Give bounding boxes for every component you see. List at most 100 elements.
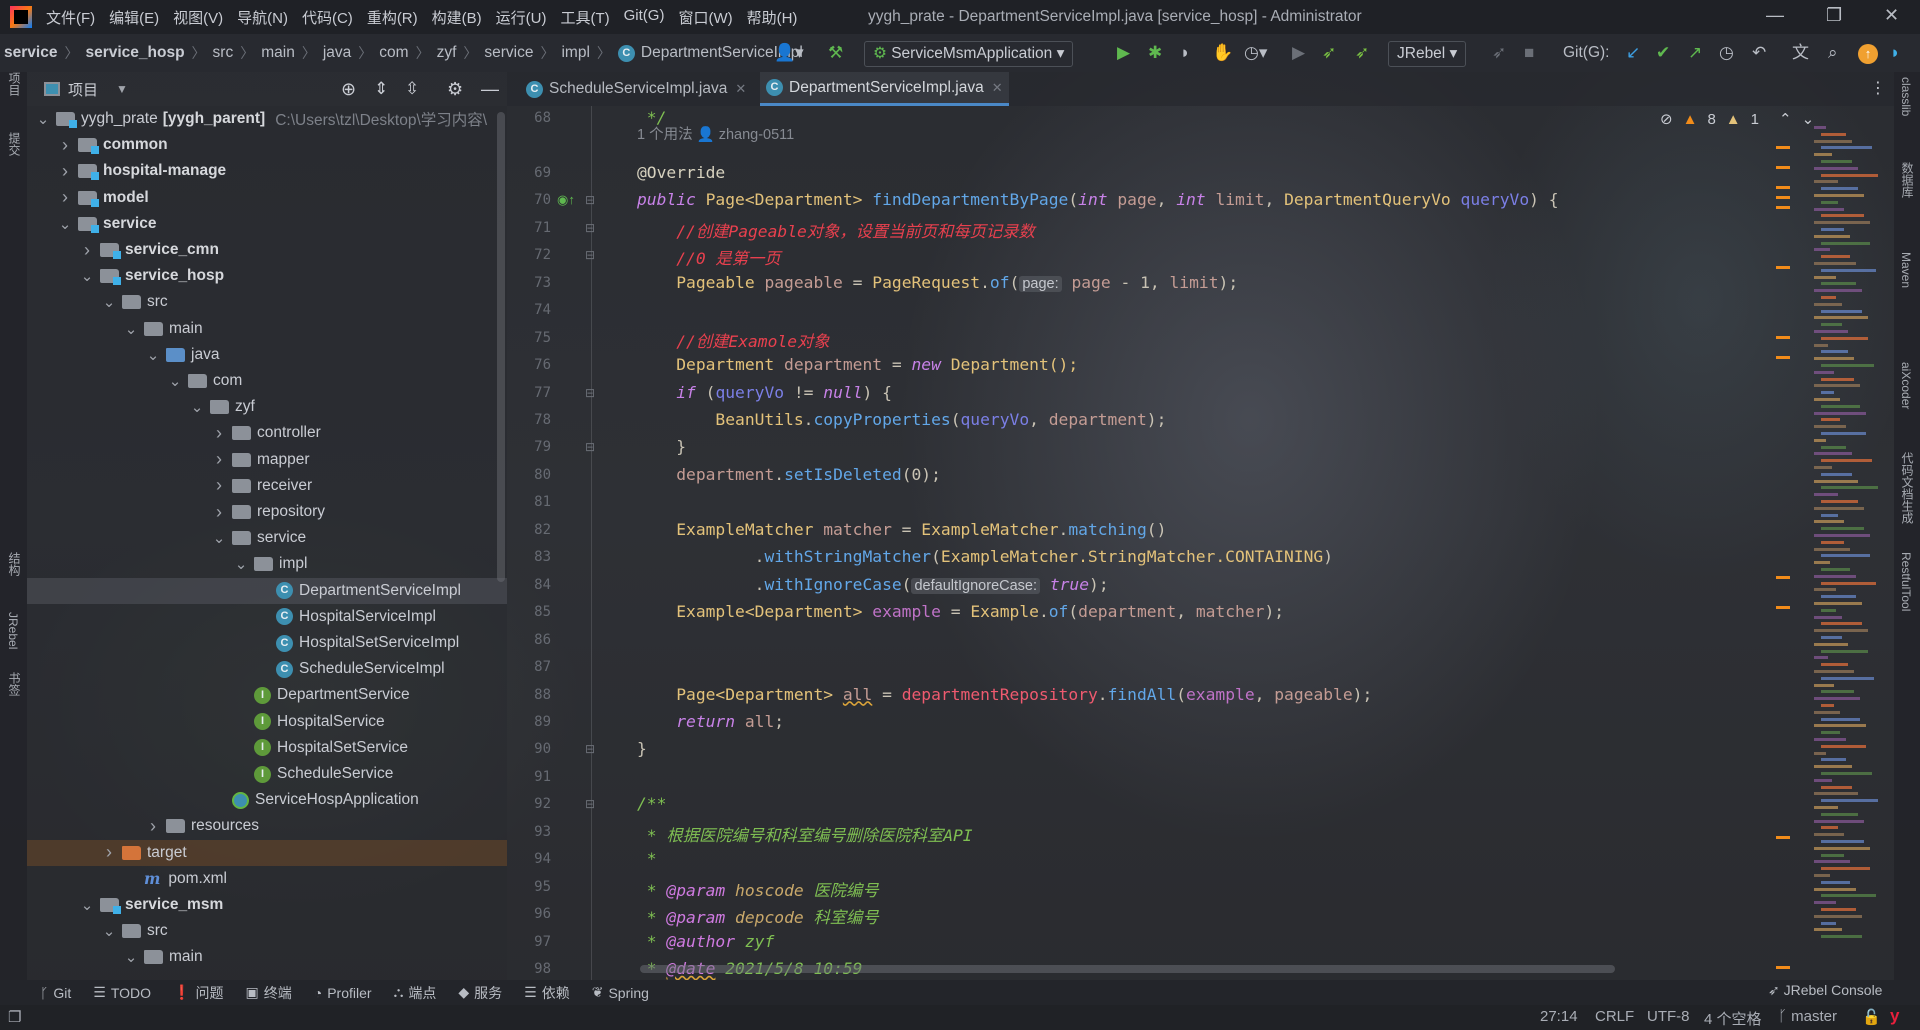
lock-open-icon[interactable]: 🔓 [1862,1008,1881,1026]
caret-position[interactable]: 27:14 [1540,1008,1578,1025]
expand-all-icon[interactable]: ⇕ [374,79,388,99]
tab-1[interactable]: C DepartmentServiceImpl.java ✕ [760,72,1009,106]
tree-item[interactable]: ⌄ zyf [27,394,507,420]
chevron-down-icon[interactable]: ▼ [116,82,128,96]
right-stripe-2[interactable]: Maven [1899,252,1913,288]
tree-item[interactable]: › hospital-manage [27,158,507,184]
left-stripe-1[interactable]: 提交 [6,132,23,156]
chevron-down-icon[interactable]: ⌄ [212,529,226,547]
chevron-down-icon[interactable]: ⌄ [80,267,94,285]
chevron-down-icon[interactable]: ⌄ [146,346,160,364]
code-line[interactable]: */ [637,108,667,127]
code-line[interactable]: //0 是第一页 [637,245,780,269]
tree-item[interactable]: › receiver [27,473,507,499]
close-tab-icon[interactable]: ✕ [735,81,746,97]
tree-item[interactable]: C DepartmentServiceImpl [27,577,507,604]
tool-window-6[interactable]: ◆ 服务 [458,983,502,1003]
code-line[interactable]: Department department = new Department()… [637,355,1078,374]
code-line[interactable]: ExampleMatcher matcher = ExampleMatcher.… [637,520,1166,539]
chevron-right-icon[interactable]: › [80,240,94,261]
left-stripe-4[interactable]: 书签 [6,672,23,696]
locate-file-icon[interactable]: ⊕ [341,79,356,100]
chevron-right-icon[interactable]: › [58,187,72,208]
breadcrumb-item[interactable]: main [261,44,295,62]
code-line[interactable]: return all; [637,712,784,731]
fold-marker-icon[interactable]: ⊟ [585,386,595,400]
tool-window-3[interactable]: ▣ 终端 [246,983,292,1003]
error-stripe-mark[interactable] [1776,606,1790,609]
breadcrumb-item[interactable]: zyf [437,44,457,62]
restore-button[interactable]: ❐ [1826,5,1842,26]
file-encoding[interactable]: UTF-8 [1647,1008,1690,1025]
chevron-right-icon[interactable]: › [212,449,226,470]
chevron-right-icon[interactable]: › [212,423,226,444]
error-stripe-mark[interactable] [1776,336,1790,339]
line-separator[interactable]: CRLF [1595,1008,1634,1025]
indent-setting[interactable]: 4 个空格 [1704,1008,1762,1029]
breadcrumb-item[interactable]: java [323,44,351,62]
right-stripe-4[interactable]: 代码文档生成 [1899,452,1916,524]
fold-marker-icon[interactable]: ⊟ [585,797,595,811]
code-line[interactable]: } [637,739,647,758]
code-line[interactable]: } [637,437,686,456]
update-icon[interactable]: ↑ [1858,44,1878,64]
chevron-right-icon[interactable]: › [212,502,226,523]
breadcrumb-item[interactable]: service [484,44,533,62]
debug-icon[interactable]: ✱ [1148,42,1162,64]
search-icon[interactable]: ⌕ [1828,42,1838,64]
stop-icon[interactable]: ■ [1524,42,1534,64]
menu-item[interactable]: 工具(T) [560,7,609,28]
gear-icon[interactable]: ⚙ [447,79,463,100]
chevron-down-icon[interactable]: ⌄ [124,948,138,966]
menu-item[interactable]: 帮助(H) [747,7,798,28]
hide-eye-icon[interactable]: ⊘ [1660,110,1673,128]
right-stripe-3[interactable]: aiXcoder [1899,362,1913,409]
build-hammer-icon[interactable]: ⚒ [828,42,843,64]
tool-window-8[interactable]: ❦ Spring [592,984,649,1001]
project-scrollbar[interactable] [497,112,505,582]
toggle-tool-windows-icon[interactable]: ❐ [8,1008,21,1026]
tree-item[interactable]: › controller [27,420,507,446]
editor-horizontal-scrollbar[interactable] [640,965,1615,973]
jrebel-run-icon[interactable]: ➶ [1322,42,1336,64]
tree-item[interactable]: ⌄ java [27,342,507,368]
tree-item[interactable]: m pom.xml [27,866,507,892]
code-line[interactable]: //创建Examole对象 [637,328,829,352]
error-stripe-mark[interactable] [1776,166,1790,169]
jrebel-disabled-icon[interactable]: ➶ [1492,42,1506,64]
error-stripe-mark[interactable] [1776,836,1790,839]
minimize-button[interactable]: — [1766,5,1784,26]
rollback-icon[interactable]: ↶ [1752,42,1766,64]
code-line[interactable]: if (queryVo != null) { [637,383,892,402]
code-line[interactable]: Pageable pageable = PageRequest.of(page:… [637,273,1238,292]
git-update-icon[interactable]: ↙ [1626,42,1640,64]
tree-item[interactable]: ⌄ main [27,316,507,342]
right-stripe-0[interactable]: classlib [1899,77,1913,116]
error-stripe-mark[interactable] [1776,966,1790,969]
left-stripe-0[interactable]: 项目 [6,72,23,96]
menu-item[interactable]: 文件(F) [46,7,95,28]
inspection-widget[interactable]: ⊘ ▲ 8 ▲ 1 ⌃ ⌄ [1660,110,1814,129]
code-line[interactable]: BeanUtils.copyProperties(queryVo, depart… [637,410,1166,429]
menu-item[interactable]: 代码(C) [302,7,353,28]
tree-item[interactable]: › model [27,185,507,211]
tree-item[interactable]: I HospitalService [27,709,507,735]
breadcrumb-item[interactable]: com [379,44,408,62]
tool-window-0[interactable]: ᚴ Git [40,985,71,1001]
menu-item[interactable]: 运行(U) [496,7,547,28]
previous-problem-icon[interactable]: ⌃ [1779,110,1792,128]
more-tabs-icon[interactable]: ⋮ [1870,78,1886,98]
tree-item[interactable]: ⌄ impl [27,551,507,577]
menu-item[interactable]: 编辑(E) [109,7,159,28]
chevron-down-icon[interactable]: ⌄ [36,110,50,128]
chevron-down-icon[interactable]: ⌄ [234,555,248,573]
yuque-icon[interactable]: y [1890,1006,1899,1026]
tree-item[interactable]: ⌄ yygh_prate [yygh_parent] C:\Users\tzl\Des… [27,106,507,132]
project-view-selector[interactable]: 项目 [68,79,98,100]
tab-0[interactable]: C ScheduleServiceImpl.java ✕ [520,72,752,106]
menu-item[interactable]: 窗口(W) [678,7,732,28]
code-line[interactable]: * @author zyf [637,932,774,951]
code-line[interactable]: department.setIsDeleted(0); [637,465,941,484]
menu-item[interactable]: 构建(B) [432,7,482,28]
attach-icon[interactable]: ✋ [1212,42,1233,64]
